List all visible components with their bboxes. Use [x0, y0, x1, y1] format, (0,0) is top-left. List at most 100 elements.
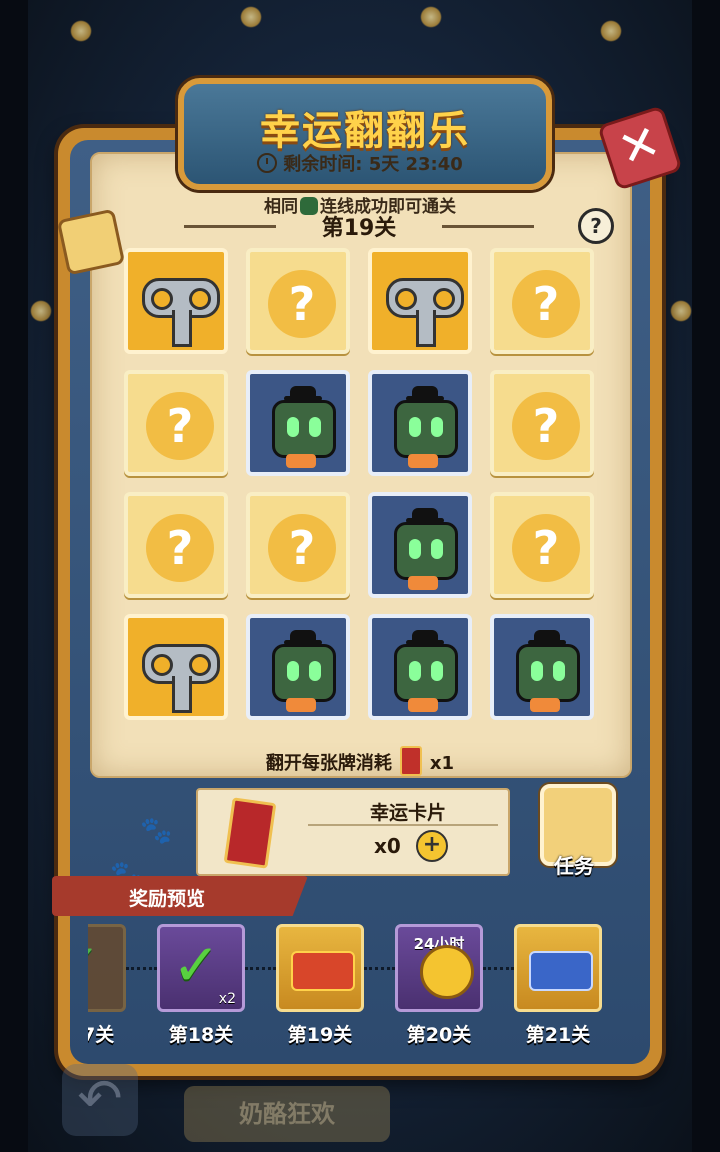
robot-icon [272, 400, 336, 458]
reward-item[interactable]: ✓ [88, 924, 126, 1012]
robot-eye [309, 661, 321, 681]
lucky-card-icon [399, 746, 422, 776]
windup-key-stem [172, 310, 192, 347]
reward-level-label: 第18关 [168, 1024, 234, 1046]
windup-key-card[interactable] [124, 614, 228, 720]
add-lucky-card-button[interactable]: + [416, 830, 448, 862]
bow-tie-icon [286, 698, 316, 712]
windup-key-card[interactable] [368, 248, 472, 354]
robot-card[interactable] [368, 492, 472, 598]
robot-eye [531, 661, 543, 681]
ticket-icon [291, 951, 355, 991]
robot-icon [272, 644, 336, 702]
windup-key-stem [416, 310, 436, 347]
question-mark-icon: ? [512, 514, 580, 582]
reward-item[interactable]: 24小时 [395, 924, 483, 1012]
bowler-hat-icon [284, 386, 322, 401]
lucky-card-panel: 幸运卡片 x0 + [196, 788, 510, 876]
card-grid: ??????? [124, 248, 596, 722]
robot-icon [394, 400, 458, 458]
reward-item[interactable] [514, 924, 602, 1012]
reward-connector [126, 967, 157, 973]
coin-icon [420, 945, 474, 999]
windup-key-card[interactable] [124, 248, 228, 354]
bow-tie-icon [408, 454, 438, 468]
reward-item[interactable]: ✓ x2 [157, 924, 245, 1012]
question-mark-icon: ? [512, 270, 580, 338]
ticket-icon [529, 951, 593, 991]
cheese-carnival-tab[interactable]: 奶酪狂欢 [184, 1086, 390, 1142]
checkmark-icon: ✓ [88, 931, 102, 999]
hidden-card[interactable]: ? [246, 248, 350, 354]
reward-item[interactable] [276, 924, 364, 1012]
robot-eye [287, 417, 299, 437]
robot-eye [431, 661, 443, 681]
flip-cost-text: 翻开每张牌消耗 [265, 753, 392, 774]
hidden-card[interactable]: ? [124, 492, 228, 598]
robot-eye [553, 661, 565, 681]
hidden-card[interactable]: ? [246, 492, 350, 598]
flip-cost: 翻开每张牌消耗 x1 [0, 746, 720, 776]
hidden-card[interactable]: ? [490, 248, 594, 354]
bow-tie-icon [286, 454, 316, 468]
question-mark-icon: ? [512, 392, 580, 460]
question-mark-icon: ? [146, 392, 214, 460]
robot-icon [516, 644, 580, 702]
bowler-hat-icon [406, 630, 444, 645]
level-header: 第19关 [184, 210, 534, 242]
timer-label: 剩余时间: [283, 154, 363, 175]
timer-value: 5天 23:40 [368, 154, 463, 175]
robot-card[interactable] [246, 370, 350, 476]
question-mark-icon: ? [146, 514, 214, 582]
robot-eye [431, 539, 443, 559]
robot-eye [287, 661, 299, 681]
windup-key-stem [172, 676, 192, 713]
robot-eye [409, 417, 421, 437]
hidden-card[interactable]: ? [124, 370, 228, 476]
bow-tie-icon [408, 698, 438, 712]
divider [308, 824, 498, 826]
question-mark-icon: ? [268, 270, 336, 338]
robot-icon [394, 522, 458, 580]
clock-icon [257, 153, 278, 173]
robot-eye [309, 417, 321, 437]
back-arrow-icon[interactable]: ↶ [62, 1064, 138, 1136]
task-label[interactable]: 任务 [540, 850, 608, 879]
reward-level-label: 第17关 [88, 1024, 115, 1046]
paw-print-icon: 🐾 [140, 816, 173, 846]
page-title: 幸运翻翻乐 [260, 108, 470, 154]
bowler-hat-icon [284, 630, 322, 645]
hidden-card[interactable]: ? [490, 492, 594, 598]
lucky-card-count: x0 [374, 834, 401, 858]
reward-count: x2 [218, 991, 236, 1007]
reward-connector [483, 967, 514, 973]
checkmark-icon: ✓ [172, 931, 221, 999]
bowler-hat-icon [406, 508, 444, 523]
bowler-hat-icon [528, 630, 566, 645]
reward-strip[interactable]: ✓第17关✓x2第18关第19关24小时第20关第21关 [88, 920, 622, 1054]
robot-eye [431, 417, 443, 437]
reward-connector [245, 967, 276, 973]
reward-preview-title: 奖励预览 [128, 888, 205, 910]
robot-card[interactable] [490, 614, 594, 720]
bow-tie-icon [408, 576, 438, 590]
reward-preview-ribbon: 奖励预览 [52, 876, 308, 916]
bowler-hat-icon [406, 386, 444, 401]
robot-icon [394, 644, 458, 702]
hidden-card[interactable]: ? [490, 370, 594, 476]
reward-level-label: 第19关 [287, 1024, 353, 1046]
lucky-card-title: 幸运卡片 [369, 802, 446, 824]
cheese-tag-icon [56, 208, 126, 276]
question-mark-icon: ? [268, 514, 336, 582]
robot-eye [409, 661, 421, 681]
divider [442, 225, 534, 228]
robot-card[interactable] [368, 614, 472, 720]
reward-level-label: 第21关 [525, 1024, 591, 1046]
reward-connector [364, 967, 395, 973]
help-button[interactable]: ? [578, 208, 614, 244]
robot-card[interactable] [368, 370, 472, 476]
robot-card[interactable] [246, 614, 350, 720]
flip-cost-multiplier: x1 [429, 753, 455, 774]
lucky-card-icon [223, 797, 277, 869]
robot-eye [409, 539, 421, 559]
